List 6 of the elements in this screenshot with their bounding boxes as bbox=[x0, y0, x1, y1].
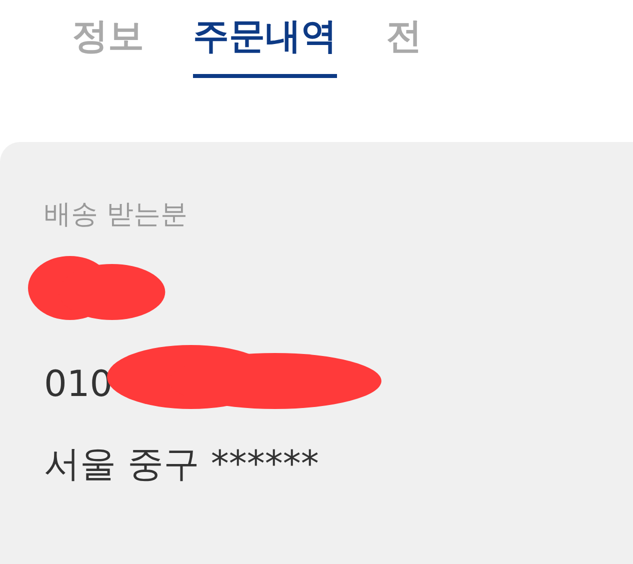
tab[interactable]: 주문내역 bbox=[193, 14, 337, 78]
tab[interactable]: 정보 bbox=[72, 14, 144, 78]
address: 서울 중구 ****** bbox=[44, 443, 319, 487]
recipient-label: 배송 받는분 bbox=[44, 198, 189, 232]
tab[interactable]: 전 bbox=[386, 14, 422, 78]
phone-number: 010 bbox=[44, 363, 113, 407]
